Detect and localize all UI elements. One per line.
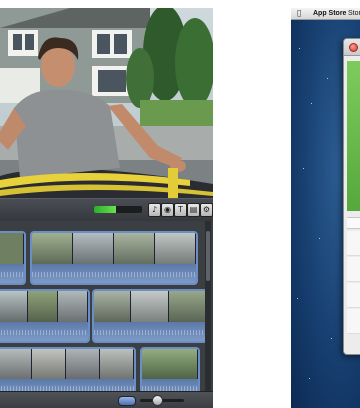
title-icon[interactable]: T (174, 203, 187, 217)
imovie-statusbar (0, 391, 213, 408)
clip-strip[interactable] (0, 231, 26, 285)
menu-store[interactable]: Store (348, 8, 360, 19)
audio-level-meter (94, 206, 142, 213)
zoom-slider-knob[interactable] (152, 395, 163, 406)
event-browser-scrollbar[interactable] (205, 221, 211, 404)
event-browser (0, 221, 213, 404)
section-divider (347, 217, 360, 229)
imovie-toolbar: ♪ ◉ T ▤ ⚙ (0, 198, 213, 222)
list-item[interactable] (347, 231, 360, 256)
window-titlebar[interactable] (344, 39, 360, 56)
list-item[interactable] (347, 283, 360, 308)
camera-icon[interactable]: ◉ (161, 203, 174, 217)
transition-icon[interactable]: ▤ (187, 203, 200, 217)
apple-menu-icon[interactable]:  (297, 8, 301, 19)
menu-app-name[interactable]: App Store (313, 8, 346, 19)
list-item[interactable] (347, 257, 360, 282)
effects-icon[interactable]: ⚙ (200, 203, 213, 217)
close-icon[interactable] (349, 43, 358, 52)
video-viewer[interactable] (0, 8, 213, 198)
menu-bar:  App Store Store (291, 8, 360, 20)
scrollbar-thumb[interactable] (206, 231, 210, 281)
viewer-frame-image (0, 8, 213, 198)
app-store-window (343, 38, 360, 355)
audio-level-fill (94, 206, 116, 213)
clip-strip[interactable] (30, 231, 198, 285)
voiceover-icon[interactable]: ♪ (148, 203, 161, 217)
clip-strip[interactable] (92, 289, 208, 343)
swap-events-button[interactable] (118, 396, 136, 406)
featured-banner[interactable] (347, 61, 360, 211)
clip-strip[interactable] (0, 289, 90, 343)
mac-desktop:  App Store Store (291, 8, 360, 408)
list-item[interactable] (347, 309, 360, 334)
imovie-window: ♪ ◉ T ▤ ⚙ (0, 8, 213, 408)
